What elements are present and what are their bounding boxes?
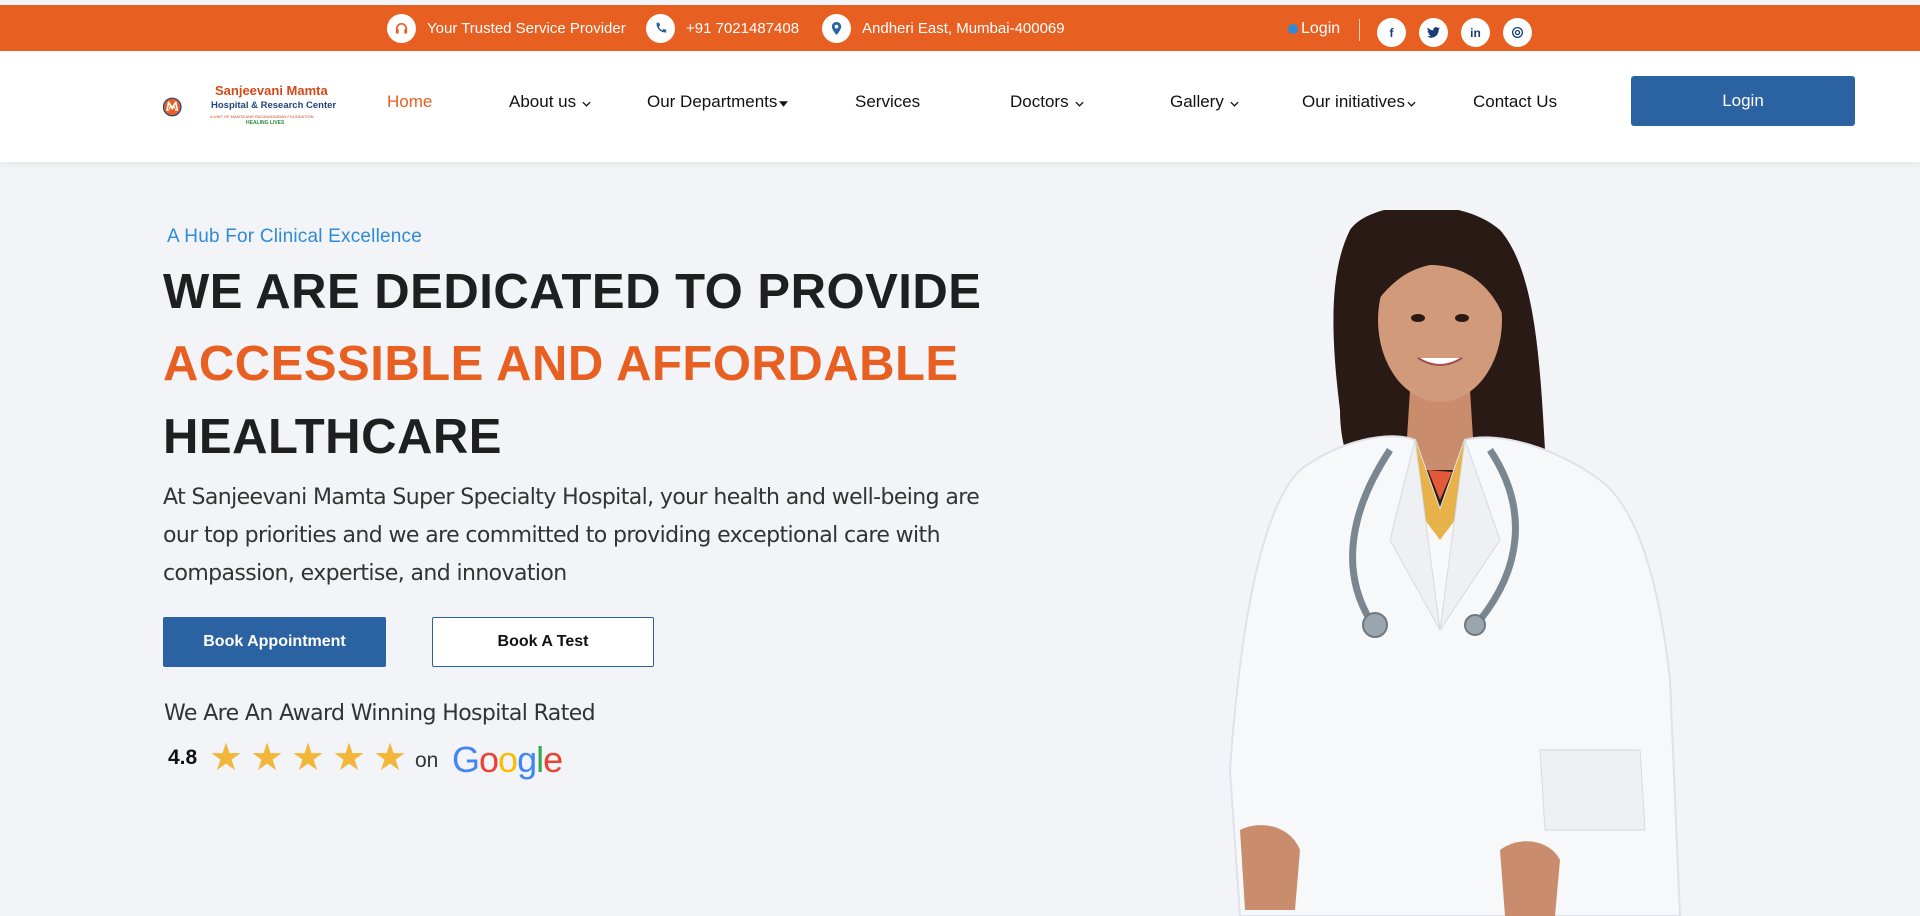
caret-down-icon	[779, 92, 789, 112]
topbar-login-label[interactable]: Login	[1301, 20, 1340, 38]
phone-icon	[646, 13, 675, 43]
phone-info[interactable]: +91 7021487408	[646, 13, 799, 43]
facebook-icon[interactable]: f	[1377, 18, 1406, 47]
hero-description: At Sanjeevani Mamta Super Specialty Hosp…	[163, 485, 980, 586]
chevron-down-icon	[1407, 92, 1416, 112]
nav-our-departments[interactable]: Our Departments	[647, 92, 789, 112]
location-pin-icon	[822, 13, 851, 43]
navbar-login-button[interactable]: Login	[1631, 76, 1855, 126]
nav-doctors[interactable]: Doctors	[1010, 92, 1084, 112]
nav-services-label[interactable]: Services	[855, 92, 920, 112]
address-text: Andheri East, Mumbai-400069	[862, 19, 1065, 37]
hero-heading-line-1: WE ARE DEDICATED TO PROVIDE	[163, 265, 982, 319]
service-provider-text: Your Trusted Service Provider	[427, 19, 626, 37]
logo-line-4: HEALING LIVES	[246, 120, 285, 126]
nav-our-departments-label[interactable]: Our Departments	[647, 92, 777, 112]
twitter-icon[interactable]	[1419, 18, 1448, 47]
hero-heading-line-2: ACCESSIBLE AND AFFORDABLE	[163, 337, 959, 391]
award-text: We Are An Award Winning Hospital Rated	[164, 701, 596, 726]
star-icon: ★	[332, 737, 367, 779]
nav-services[interactable]: Services	[855, 92, 920, 112]
chevron-down-icon	[582, 92, 591, 112]
logo-line-1: Sanjeevani Mamta	[215, 83, 328, 98]
rating-value: 4.8	[168, 746, 198, 769]
top-bar: Your Trusted Service Provider +91 702148…	[0, 0, 1920, 51]
topbar-login-link[interactable]: Login	[1288, 20, 1340, 38]
nav-contact-us[interactable]: Contact Us	[1473, 92, 1557, 112]
book-appointment-button[interactable]: Book Appointment	[163, 617, 386, 667]
doctor-image	[1228, 210, 1682, 916]
nav-home-label[interactable]: Home	[387, 92, 432, 112]
rating-on-text: on	[415, 749, 439, 772]
nav-our-initiatives-label[interactable]: Our initiatives	[1302, 92, 1405, 112]
logo-line-3: A UNIT OF MAMTA AND RAGHUNANDAN FOUNDATI…	[210, 114, 314, 119]
book-test-button[interactable]: Book A Test	[432, 617, 654, 667]
nav-about-us[interactable]: About us	[509, 92, 591, 112]
hero-heading-line-3: HEALTHCARE	[163, 410, 502, 464]
headset-icon	[387, 13, 416, 43]
star-icon: ★	[291, 737, 326, 779]
nav-gallery[interactable]: Gallery	[1170, 92, 1239, 112]
nav-our-initiatives[interactable]: Our initiatives	[1302, 92, 1416, 112]
nav-about-us-label[interactable]: About us	[509, 92, 576, 112]
star-icon: ★	[373, 737, 408, 779]
address-info: Andheri East, Mumbai-400069	[822, 13, 1065, 43]
chevron-down-icon	[1075, 92, 1084, 112]
phone-number[interactable]: +91 7021487408	[686, 20, 799, 37]
service-provider-info: Your Trusted Service Provider	[387, 13, 626, 43]
star-icon: ★	[209, 737, 244, 779]
hero-tagline: A Hub For Clinical Excellence	[167, 226, 423, 247]
user-icon	[1288, 24, 1298, 34]
google-logo: Google	[452, 739, 563, 780]
star-icon: ★	[250, 737, 285, 779]
nav-home[interactable]: Home	[387, 92, 432, 112]
main-navbar: Sanjeevani Mamta Hospital & Research Cen…	[0, 51, 1920, 162]
logo-line-2: Hospital & Research Center	[211, 100, 337, 111]
threads-icon[interactable]	[1503, 18, 1532, 47]
nav-contact-us-label[interactable]: Contact Us	[1473, 92, 1557, 112]
nav-gallery-label[interactable]: Gallery	[1170, 92, 1224, 112]
chevron-down-icon	[1230, 92, 1239, 112]
topbar-separator	[1359, 19, 1360, 41]
linkedin-icon[interactable]: in	[1461, 18, 1490, 47]
nav-doctors-label[interactable]: Doctors	[1010, 92, 1069, 112]
